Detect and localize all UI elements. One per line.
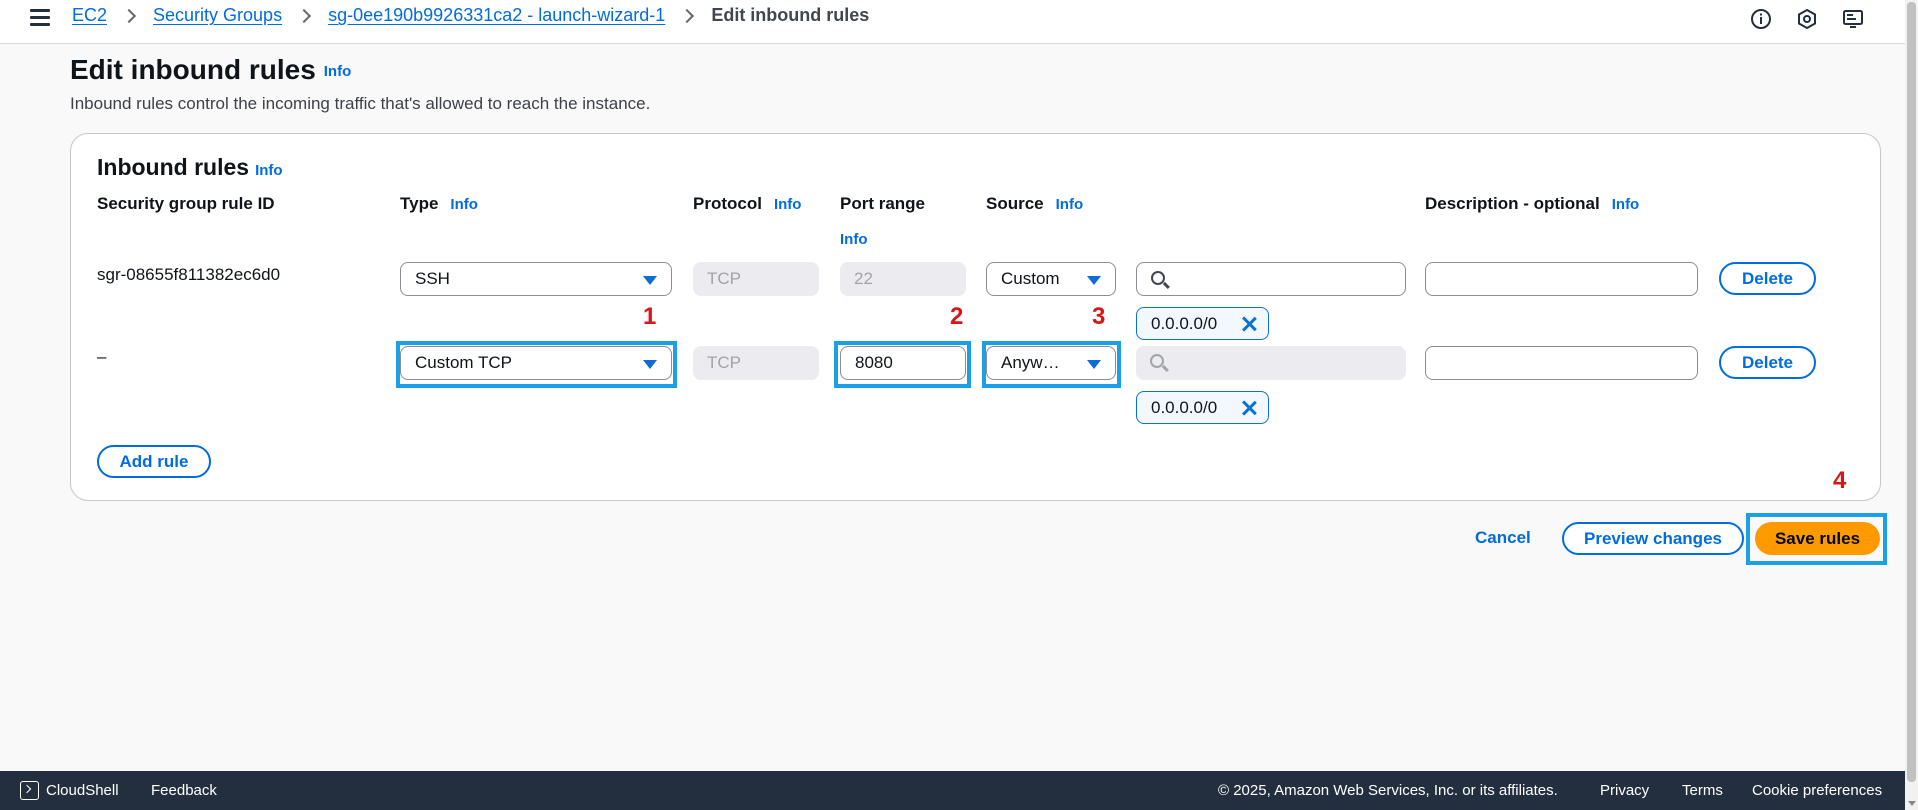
inbound-rules-info-link[interactable]: Info: [255, 162, 283, 179]
protocol-info-link[interactable]: Info: [774, 196, 802, 213]
inbound-rules-heading: Inbound rules Info: [97, 154, 283, 181]
port-range-info-link[interactable]: Info: [840, 231, 868, 248]
chevron-right-icon: [121, 7, 139, 25]
delete-button-row-1[interactable]: Delete: [1719, 262, 1816, 295]
source-select-value: Custom: [1001, 269, 1060, 288]
cidr-token-row-2: 0.0.0.0/0: [1136, 391, 1269, 424]
scroll-down-arrow-icon[interactable]: [1908, 801, 1916, 806]
source-select-row-1[interactable]: Custom: [986, 262, 1116, 296]
description-info-link[interactable]: Info: [1612, 196, 1640, 213]
chevron-right-icon: [679, 7, 697, 25]
breadcrumb-security-groups-link[interactable]: Security Groups: [153, 5, 282, 26]
remove-token-icon[interactable]: [1240, 315, 1258, 333]
cloudshell-link[interactable]: CloudShell: [46, 782, 119, 799]
annotation-number-4: 4: [1833, 467, 1847, 494]
display-monitor-icon[interactable]: [1841, 7, 1865, 31]
cancel-button[interactable]: Cancel: [1475, 528, 1531, 548]
chevron-right-icon: [296, 7, 314, 25]
annotation-highlight-1: [396, 341, 677, 388]
protocol-field-row-2: TCP: [693, 346, 819, 380]
caret-down-icon: [1087, 276, 1101, 285]
column-header-protocol-label: Protocol: [693, 194, 762, 213]
type-select-row-1[interactable]: SSH: [400, 262, 672, 296]
port-range-field-row-1: 22: [840, 262, 966, 296]
cidr-token-label: 0.0.0.0/0: [1151, 397, 1218, 417]
console-footer: CloudShell Feedback © 2025, Amazon Web S…: [0, 771, 1905, 810]
page-title-text: Edit inbound rules: [70, 54, 316, 85]
source-info-link[interactable]: Info: [1056, 196, 1084, 213]
terminal-icon[interactable]: [20, 781, 39, 800]
annotation-number-3: 3: [1092, 303, 1106, 330]
annotation-number-1: 1: [643, 303, 657, 330]
add-rule-button[interactable]: Add rule: [97, 445, 211, 478]
cidr-token-row-1: 0.0.0.0/0: [1136, 307, 1269, 340]
breadcrumb: EC2 Security Groups sg-0ee190b9926331ca2…: [72, 5, 869, 26]
annotation-highlight-3: [982, 341, 1121, 388]
cidr-search-input-row-1[interactable]: [1136, 262, 1406, 296]
breadcrumb-security-group-link[interactable]: sg-0ee190b9926331ca2 - launch-wizard-1: [328, 5, 665, 26]
column-header-description-label: Description - optional: [1425, 194, 1600, 213]
cidr-token-label: 0.0.0.0/0: [1151, 313, 1218, 333]
menu-hamburger-icon[interactable]: [30, 9, 50, 26]
column-header-description: Description - optional Info: [1425, 194, 1639, 214]
rule-id-row-2: –: [97, 347, 107, 366]
type-select-value: SSH: [415, 269, 450, 288]
remove-token-icon[interactable]: [1240, 399, 1258, 417]
page-title-info-link[interactable]: Info: [324, 63, 352, 80]
inbound-rules-panel: Inbound rules Info Security group rule ID…: [70, 133, 1881, 501]
copyright-text: © 2025, Amazon Web Services, Inc. or its…: [1218, 782, 1558, 799]
breadcrumb-current: Edit inbound rules: [711, 5, 870, 25]
page-description: Inbound rules control the incoming traff…: [70, 94, 651, 113]
cookie-preferences-link[interactable]: Cookie preferences: [1752, 782, 1882, 799]
top-navigation-bar: EC2 Security Groups sg-0ee190b9926331ca2…: [0, 0, 1905, 44]
settings-hexagon-icon[interactable]: [1795, 7, 1819, 31]
delete-button-row-2[interactable]: Delete: [1719, 346, 1816, 379]
inbound-rules-title: Inbound rules: [97, 154, 250, 180]
preview-changes-button[interactable]: Preview changes: [1562, 522, 1744, 555]
breadcrumb-ec2-link[interactable]: EC2: [72, 5, 107, 26]
column-header-protocol: Protocol Info: [693, 194, 801, 214]
description-input-row-1[interactable]: [1425, 262, 1698, 296]
annotation-highlight-4: [1746, 513, 1887, 565]
page-title: Edit inbound rules Info: [70, 54, 351, 86]
description-input-row-2[interactable]: [1425, 346, 1698, 380]
annotation-number-2: 2: [950, 303, 964, 330]
privacy-link[interactable]: Privacy: [1600, 782, 1649, 799]
column-header-type-label: Type: [400, 194, 439, 213]
rule-id-row-1: sgr-08655f811382ec6d0: [97, 265, 281, 284]
vertical-scrollbar[interactable]: [1905, 0, 1918, 810]
cidr-search-input-row-2: [1136, 346, 1406, 380]
terms-link[interactable]: Terms: [1682, 782, 1723, 799]
column-header-source: Source Info: [986, 194, 1083, 214]
type-info-link[interactable]: Info: [450, 196, 478, 213]
column-header-rule-id: Security group rule ID: [97, 194, 275, 213]
column-header-port-range: Port range: [840, 194, 926, 213]
top-utility-icons: [1749, 7, 1865, 31]
caret-down-icon: [643, 276, 657, 285]
column-header-source-label: Source: [986, 194, 1044, 213]
column-header-type: Type Info: [400, 194, 478, 214]
annotation-highlight-2: [834, 341, 971, 388]
feedback-link[interactable]: Feedback: [151, 782, 217, 799]
scrollbar-thumb[interactable]: [1907, 2, 1916, 782]
protocol-field-row-1: TCP: [693, 262, 819, 296]
search-icon: [1151, 271, 1165, 285]
info-circle-icon[interactable]: [1749, 7, 1773, 31]
search-icon: [1150, 354, 1164, 368]
